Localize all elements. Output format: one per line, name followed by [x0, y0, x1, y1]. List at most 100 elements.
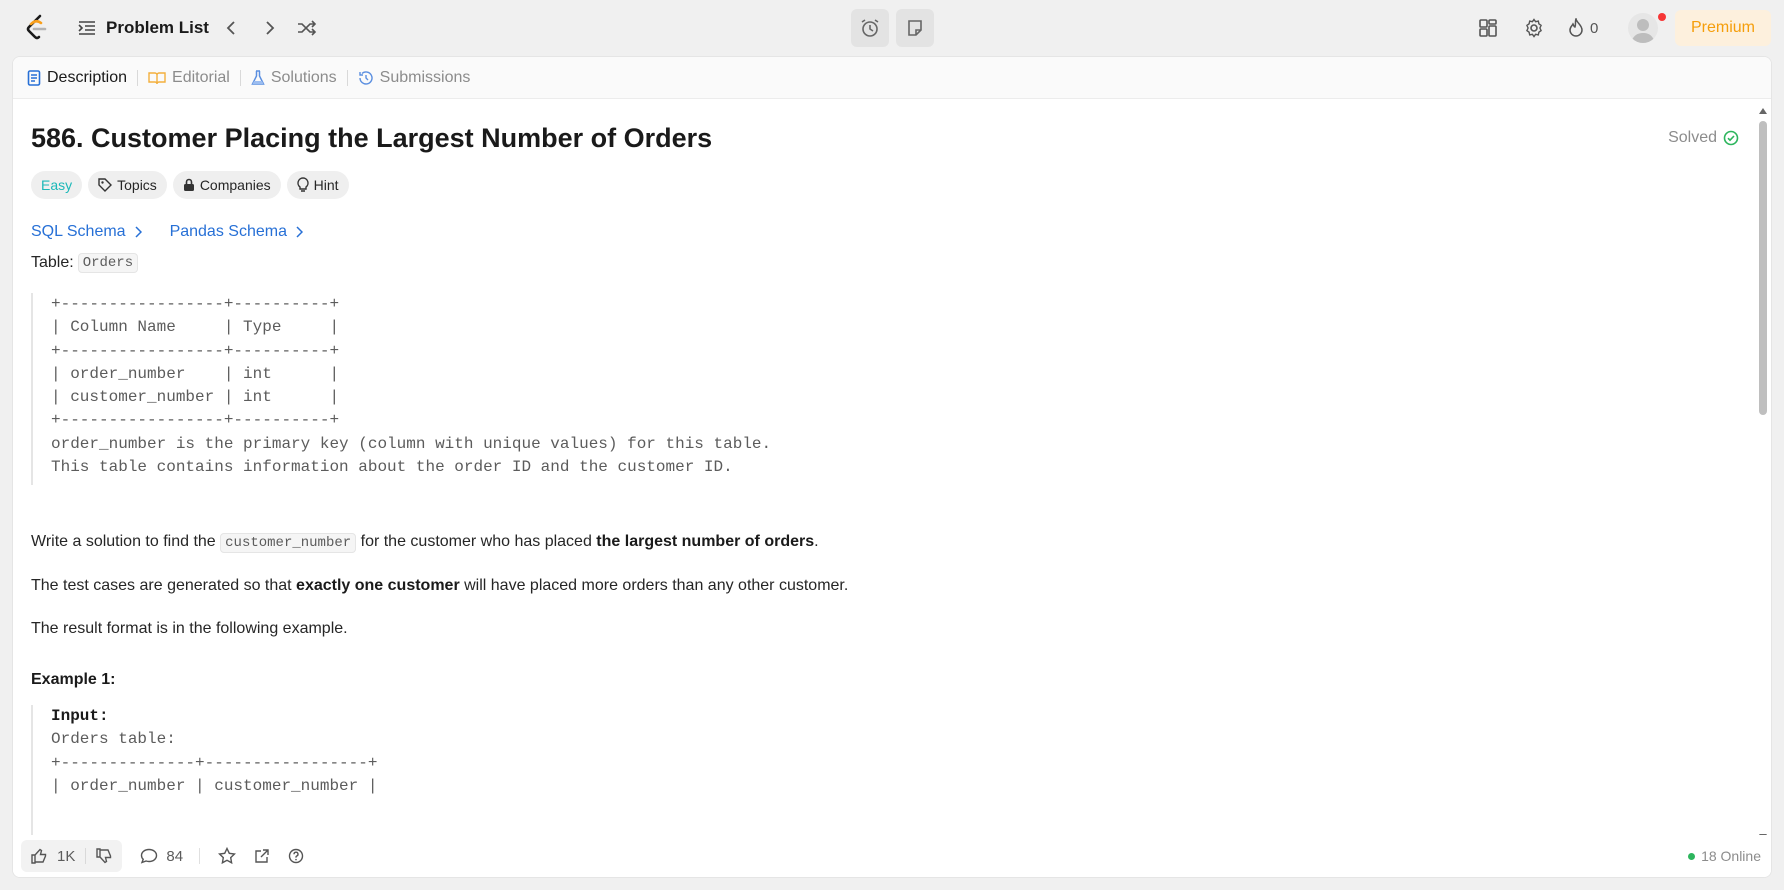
- schema-code-block: +-----------------+----------+ | Column …: [31, 293, 771, 485]
- vertical-scrollbar[interactable]: [1759, 107, 1767, 867]
- gear-icon: [1524, 18, 1544, 38]
- history-icon: [358, 70, 374, 86]
- tab-editorial[interactable]: Editorial: [148, 69, 230, 87]
- solved-status: Solved: [1668, 129, 1739, 147]
- problem-list-label: Problem List: [106, 18, 209, 37]
- tag-icon: [98, 178, 113, 192]
- layout-grid-icon: [1478, 18, 1498, 38]
- likes-count: 1K: [57, 847, 76, 865]
- statement-text: for the customer who has placed: [356, 533, 597, 550]
- notes-button[interactable]: [896, 9, 934, 47]
- note-icon: [906, 19, 924, 37]
- description-panel: Description Editorial Solutions Submissi…: [12, 56, 1772, 878]
- hint-label: Hint: [313, 177, 339, 193]
- document-icon: [27, 69, 41, 86]
- table-name-code: Orders: [77, 253, 139, 273]
- statement-text: will have placed more orders than any ot…: [459, 577, 849, 594]
- alarm-clock-icon: [860, 18, 880, 38]
- table-label: Table:: [31, 254, 74, 271]
- star-icon: [218, 847, 237, 865]
- top-navigation-bar: Problem List 0 Premium: [0, 0, 1784, 56]
- online-status-dot: [1688, 852, 1696, 860]
- shuffle-icon: [297, 20, 317, 36]
- streak-count: 0: [1590, 19, 1599, 37]
- comments-count: 84: [166, 847, 184, 865]
- question-circle-icon: [288, 848, 304, 864]
- layout-button[interactable]: [1475, 15, 1501, 41]
- favorite-button[interactable]: [218, 847, 237, 865]
- problem-list-button[interactable]: Problem List: [78, 16, 209, 40]
- example-input-table: Orders table: +--------------+----------…: [51, 730, 378, 795]
- check-circle-icon: [1723, 130, 1739, 146]
- tab-description-label: Description: [47, 68, 128, 86]
- companies-label: Companies: [199, 177, 271, 193]
- tab-divider: [346, 69, 348, 86]
- tab-divider: [239, 69, 241, 86]
- previous-problem-button[interactable]: [218, 15, 244, 41]
- example-input-label: Input:: [51, 707, 109, 725]
- difficulty-badge: Easy: [31, 171, 83, 199]
- thumbs-up-icon: [31, 848, 47, 864]
- hint-tag[interactable]: Hint: [286, 171, 349, 199]
- bottom-action-bar: 1K 84 18 Online: [13, 835, 1771, 877]
- settings-button[interactable]: [1521, 15, 1547, 41]
- lightbulb-icon: [296, 177, 309, 193]
- share-button[interactable]: [254, 848, 270, 864]
- problem-statement-paragraph: Write a solution to find the customer_nu…: [31, 533, 819, 553]
- chevron-right-icon: [295, 226, 303, 238]
- panel-tabs: Description Editorial Solutions Submissi…: [13, 57, 1771, 99]
- tab-submissions-label: Submissions: [379, 68, 471, 86]
- tab-description[interactable]: Description: [27, 69, 127, 87]
- scroll-up-icon[interactable]: [1759, 107, 1767, 115]
- premium-button[interactable]: Premium: [1675, 10, 1771, 46]
- sql-schema-label: SQL Schema: [31, 223, 126, 240]
- bottom-divider: [199, 848, 201, 864]
- vote-group: 1K: [21, 840, 123, 872]
- help-button[interactable]: [288, 848, 304, 864]
- statement-bold-text: the largest number of orders: [596, 533, 815, 550]
- problem-tags: Easy Topics Companies Hint: [31, 171, 349, 199]
- sql-schema-link[interactable]: SQL Schema: [31, 223, 142, 241]
- pandas-schema-link[interactable]: Pandas Schema: [170, 223, 303, 241]
- companies-tag[interactable]: Companies: [172, 171, 281, 199]
- tab-solutions[interactable]: Solutions: [251, 69, 337, 87]
- tab-editorial-label: Editorial: [172, 68, 230, 86]
- example-title: Example 1:: [31, 671, 116, 688]
- statement-text: .: [814, 533, 819, 550]
- like-button[interactable]: 1K: [21, 848, 85, 865]
- statement-bold-text: exactly one customer: [296, 577, 460, 594]
- problem-description: 586. Customer Placing the Largest Number…: [31, 99, 1751, 837]
- user-avatar-icon[interactable]: [1628, 13, 1658, 43]
- comment-icon: [140, 848, 158, 864]
- scrollbar-thumb[interactable]: [1759, 121, 1767, 415]
- flask-icon: [251, 69, 265, 86]
- table-name-line: Table: Orders: [31, 253, 139, 273]
- comments-button[interactable]: 84: [140, 848, 183, 865]
- problem-title: 586. Customer Placing the Largest Number…: [31, 123, 713, 153]
- pandas-schema-label: Pandas Schema: [169, 223, 287, 240]
- notification-dot: [1658, 13, 1666, 21]
- book-icon: [148, 71, 166, 85]
- leetcode-logo-icon[interactable]: [24, 14, 50, 42]
- next-problem-button[interactable]: [257, 15, 283, 41]
- timer-button[interactable]: [851, 9, 889, 47]
- customer-number-code: customer_number: [220, 533, 357, 553]
- tab-submissions[interactable]: Submissions: [358, 68, 471, 87]
- dislike-button[interactable]: [86, 848, 122, 864]
- online-count: 18 Online: [1701, 848, 1761, 864]
- thumbs-down-icon: [96, 848, 112, 864]
- topics-tag[interactable]: Topics: [88, 171, 167, 199]
- chevron-right-icon: [264, 20, 276, 36]
- lock-icon: [183, 178, 195, 192]
- external-link-icon: [254, 848, 270, 864]
- tab-solutions-label: Solutions: [270, 68, 337, 86]
- random-problem-button[interactable]: [294, 15, 320, 41]
- list-icon: [78, 20, 96, 36]
- chevron-left-icon: [225, 20, 237, 36]
- schema-links: SQL Schema Pandas Schema: [31, 223, 303, 241]
- test-case-paragraph: The test cases are generated so that exa…: [31, 577, 848, 595]
- result-format-paragraph: The result format is in the following ex…: [31, 620, 348, 637]
- solved-label: Solved: [1668, 129, 1717, 146]
- example-code-block: Input: Orders table: +--------------+---…: [31, 705, 377, 837]
- streak-counter[interactable]: 0: [1568, 15, 1598, 41]
